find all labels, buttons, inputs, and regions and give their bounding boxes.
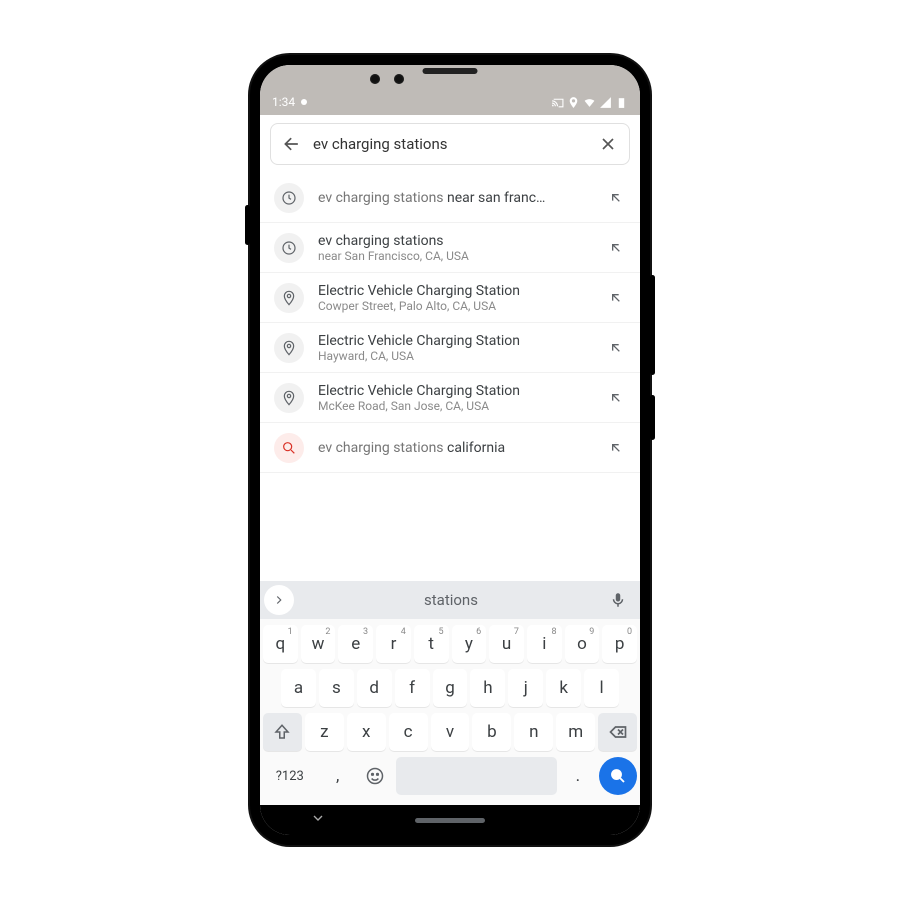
key-t[interactable]: t5 [414,625,449,663]
clock-icon [274,233,304,263]
pin-icon [274,333,304,363]
suggestion-title: Electric Vehicle Charging Station [318,333,592,349]
keyboard-prediction-bar: stations [260,581,640,619]
key-o[interactable]: o9 [565,625,600,663]
keyboard: stations q1w2e3r4t5y6u7i8o9p0 asdfghjkl … [260,581,640,805]
status-time: 1:34 [272,95,295,109]
key-l[interactable]: l [584,669,619,707]
back-button[interactable] [281,133,303,155]
search-icon [274,433,304,463]
search-bar [270,123,630,165]
prediction-text[interactable]: stations [298,591,604,609]
pin-icon [274,283,304,313]
suggestion-title: Electric Vehicle Charging Station [318,383,592,399]
suggestion-title: ev charging stations california [318,440,592,456]
nav-down-button[interactable] [310,810,326,830]
key-u[interactable]: u7 [489,625,524,663]
search-key[interactable] [599,757,637,795]
suggestion-title: ev charging stations near san franc… [318,190,592,206]
key-h[interactable]: h [470,669,505,707]
period-key[interactable]: . [562,757,594,795]
nav-home-pill[interactable] [415,818,485,823]
suggestion-subtitle: Cowper Street, Palo Alto, CA, USA [318,299,592,313]
key-n[interactable]: n [514,713,553,751]
key-j[interactable]: j [508,669,543,707]
android-nav-bar [260,805,640,835]
suggestion-subtitle: Hayward, CA, USA [318,349,592,363]
key-e[interactable]: e3 [338,625,373,663]
suggestion-item[interactable]: ev charging stationsnear San Francisco, … [260,223,640,273]
key-c[interactable]: c [389,713,428,751]
key-b[interactable]: b [472,713,511,751]
key-v[interactable]: v [431,713,470,751]
key-a[interactable]: a [281,669,316,707]
suggestion-item[interactable]: ev charging stations california [260,423,640,473]
space-key[interactable] [396,757,557,795]
key-f[interactable]: f [395,669,430,707]
wifi-icon [583,96,596,109]
key-r[interactable]: r4 [376,625,411,663]
key-z[interactable]: z [305,713,344,751]
key-k[interactable]: k [546,669,581,707]
suggestion-item[interactable]: Electric Vehicle Charging StationMcKee R… [260,373,640,423]
suggestion-subtitle: McKee Road, San Jose, CA, USA [318,399,592,413]
insert-arrow-icon[interactable] [606,338,626,358]
key-y[interactable]: y6 [452,625,487,663]
key-p[interactable]: p0 [602,625,637,663]
location-icon [567,96,580,109]
symbols-key[interactable]: ?123 [263,757,317,795]
suggestion-item[interactable]: Electric Vehicle Charging StationCowper … [260,273,640,323]
pin-icon [274,383,304,413]
phone-frame: 1:34 ev charging statio [250,55,650,845]
suggestion-subtitle: near San Francisco, CA, USA [318,249,592,263]
suggestion-title: ev charging stations [318,233,592,249]
key-i[interactable]: i8 [527,625,562,663]
insert-arrow-icon[interactable] [606,288,626,308]
backspace-key[interactable] [598,713,637,751]
shift-key[interactable] [263,713,302,751]
clock-icon [274,183,304,213]
key-d[interactable]: d [357,669,392,707]
key-x[interactable]: x [347,713,386,751]
insert-arrow-icon[interactable] [606,188,626,208]
suggestion-item[interactable]: Electric Vehicle Charging StationHayward… [260,323,640,373]
suggestion-list: ev charging stations near san franc… ev c… [260,173,640,581]
search-input[interactable] [313,135,587,153]
key-s[interactable]: s [319,669,354,707]
signal-icon [599,96,612,109]
battery-icon [615,96,628,109]
clear-button[interactable] [597,133,619,155]
key-g[interactable]: g [433,669,468,707]
screen: 1:34 ev charging statio [260,65,640,835]
prediction-expand-button[interactable] [264,585,294,615]
key-m[interactable]: m [556,713,595,751]
insert-arrow-icon[interactable] [606,438,626,458]
key-w[interactable]: w2 [301,625,336,663]
insert-arrow-icon[interactable] [606,238,626,258]
mic-button[interactable] [604,586,632,614]
key-q[interactable]: q1 [263,625,298,663]
suggestion-title: Electric Vehicle Charging Station [318,283,592,299]
insert-arrow-icon[interactable] [606,388,626,408]
emoji-key[interactable] [359,757,391,795]
comma-key[interactable]: , [322,757,354,795]
status-icons [551,96,628,109]
cast-icon [551,96,564,109]
suggestion-item[interactable]: ev charging stations near san franc… [260,173,640,223]
